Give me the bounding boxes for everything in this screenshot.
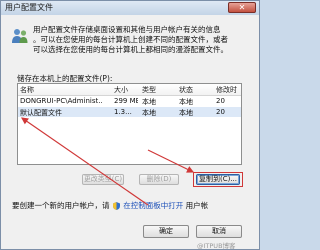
profile-modified: 20 [216, 108, 225, 116]
change-type-button[interactable]: 更改类型(C) [82, 174, 124, 185]
annotation-highlight-box [193, 172, 243, 187]
column-header-status[interactable]: 状态 [179, 85, 193, 95]
new-user-suffix: 用户帐 [185, 201, 209, 210]
open-user-accounts-link[interactable]: 在控制面板中打开 [123, 201, 183, 210]
profile-size: 299 MB [114, 97, 138, 105]
profile-name: 默认配置文件 [20, 109, 62, 117]
ok-button[interactable]: 确定 [143, 225, 189, 238]
new-user-prefix: 要创建一个新的用户帐户，请 [12, 201, 110, 210]
cancel-button[interactable]: 取消 [196, 225, 242, 238]
profile-modified: 20 [216, 97, 225, 105]
column-header-size[interactable]: 大小 [114, 85, 128, 95]
table-row[interactable]: 默认配置文件 1.3... 本地 本地 20 [18, 107, 241, 117]
profile-name: DONGRUI-PC\Administ... [20, 97, 102, 105]
column-header-modified[interactable]: 修改时 [216, 85, 237, 95]
shield-icon [112, 202, 120, 210]
description-text: 用户配置文件存储桌面设置和其他与用户帐户有关的信息 。可以在您使用的每台计算机上… [33, 25, 253, 55]
close-icon: ✕ [238, 3, 246, 12]
delete-button[interactable]: 删除(D) [139, 174, 179, 185]
close-button[interactable]: ✕ [228, 2, 256, 13]
window-title: 用户配置文件 [5, 3, 53, 12]
column-header-type[interactable]: 类型 [142, 85, 156, 95]
users-icon [12, 29, 28, 43]
new-user-text: 要创建一个新的用户帐户，请 在控制面板中打开 用户帐 [12, 200, 208, 211]
description-line: 可以选择在您使用的每台计算机上都相同的漫游配置文件。 [33, 45, 228, 54]
title-bar[interactable]: 用户配置文件 ✕ [1, 1, 259, 15]
description-line: 。可以在您使用的每台计算机上创建不同的配置文件，或者 [33, 35, 228, 44]
profile-status: 本地 [179, 98, 193, 106]
profile-type: 本地 [142, 109, 156, 117]
table-header: 名称 大小 类型 状态 修改时 [18, 84, 241, 96]
profiles-table[interactable]: 名称 大小 类型 状态 修改时 DONGRUI-PC\Administ... 2… [17, 83, 242, 165]
column-header-name[interactable]: 名称 [20, 85, 34, 95]
watermark-text: @ITPUB博客 [197, 242, 236, 250]
profile-type: 本地 [142, 98, 156, 106]
description-line: 用户配置文件存储桌面设置和其他与用户帐户有关的信息 [33, 25, 221, 34]
table-row[interactable]: DONGRUI-PC\Administ... 299 MB 本地 本地 20 [18, 96, 241, 106]
user-profiles-window: 用户配置文件 ✕ 用户配置文件存储桌面设置和其他与用户帐户有关的信息 。可以在您… [0, 0, 260, 250]
profile-status: 本地 [179, 109, 193, 117]
profile-size: 1.3... [114, 108, 132, 116]
